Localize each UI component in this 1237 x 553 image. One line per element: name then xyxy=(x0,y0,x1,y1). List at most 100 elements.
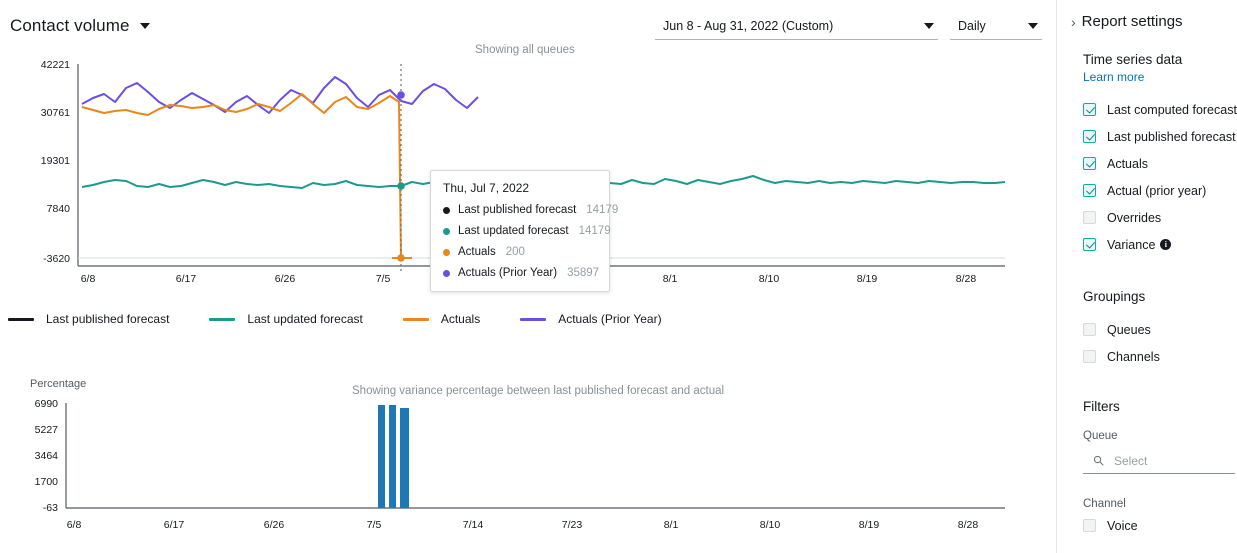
y-tick-label: 7840 xyxy=(47,203,71,215)
tooltip-series-value: 200 xyxy=(505,246,525,258)
checkbox-label: Actuals xyxy=(1107,156,1148,171)
x-tick-label: 6/26 xyxy=(275,273,296,285)
tooltip-row: Last published forecast 14179 xyxy=(443,204,618,216)
x-tick-label: 8/28 xyxy=(956,273,977,285)
series-dot-icon xyxy=(443,269,450,277)
legend-swatch-icon xyxy=(402,317,429,321)
interval-select[interactable]: Daily xyxy=(950,12,1042,40)
y-tick-label: 1700 xyxy=(35,476,59,488)
chevron-right-icon[interactable]: › xyxy=(1071,15,1076,29)
report-settings-header[interactable]: › Report settings xyxy=(1071,13,1183,30)
checkbox-row-overrides[interactable]: Overrides xyxy=(1083,204,1233,231)
series-dot-icon xyxy=(443,206,450,214)
checkbox-row-variance[interactable]: Variance i xyxy=(1083,231,1233,258)
chart-legend: Last published forecast Last updated for… xyxy=(8,312,702,326)
tooltip-row: Actuals (Prior Year) 35897 xyxy=(443,267,599,279)
x-tick-label: 7/23 xyxy=(562,519,583,531)
checkbox-icon[interactable] xyxy=(1083,130,1096,143)
channel-filter-label: Channel xyxy=(1083,498,1126,510)
x-tick-label: 6/26 xyxy=(264,519,285,531)
checkbox-row-queues[interactable]: Queues xyxy=(1083,316,1233,343)
legend-swatch-icon xyxy=(209,317,236,321)
chevron-down-icon[interactable] xyxy=(924,22,934,29)
checkbox-icon[interactable] xyxy=(1083,350,1096,363)
legend-label: Actuals xyxy=(440,312,481,326)
queue-select-placeholder: Select xyxy=(1114,453,1148,468)
x-tick-label: 8/19 xyxy=(859,519,880,531)
x-tick-label: 6/8 xyxy=(67,519,82,531)
x-tick-label: 8/10 xyxy=(759,273,780,285)
section-title: Time series data xyxy=(1083,52,1183,67)
x-tick-label: 7/14 xyxy=(463,519,484,531)
date-range-select[interactable]: Jun 8 - Aug 31, 2022 (Custom) xyxy=(655,12,938,40)
checkbox-icon[interactable] xyxy=(1083,103,1096,116)
checkbox-row-voice[interactable]: Voice xyxy=(1083,512,1237,539)
checkbox-icon[interactable] xyxy=(1083,157,1096,170)
checkbox-icon[interactable] xyxy=(1083,211,1096,224)
chevron-down-icon[interactable] xyxy=(139,23,150,29)
main-content: Contact volume Jun 8 - Aug 31, 2022 (Cus… xyxy=(0,0,1055,553)
tooltip-row: Last updated forecast 14179 xyxy=(443,225,611,237)
x-tick-label: 6/17 xyxy=(164,519,185,531)
x-tick-label: 8/1 xyxy=(664,519,679,531)
filters-section: Filters Queue Select Channel Voice xyxy=(1083,399,1237,539)
bar[interactable] xyxy=(389,405,396,508)
checkbox-row-actual-prior-year[interactable]: Actual (prior year) xyxy=(1083,177,1233,204)
y-tick-label: 6990 xyxy=(35,398,59,410)
legend-item[interactable]: Last published forecast xyxy=(8,312,169,326)
y-tick-label: -63 xyxy=(43,502,58,514)
report-settings-sidebar: › Report settings Time series data Learn… xyxy=(1056,0,1237,553)
checkbox-icon[interactable] xyxy=(1083,519,1096,532)
checkbox-row-last-published-forecast[interactable]: Last published forecast xyxy=(1083,123,1236,150)
legend-swatch-icon xyxy=(520,317,547,321)
time-series-checkbox-list: Last computed forecast Last published fo… xyxy=(1083,96,1237,258)
tooltip-series-label: Last updated forecast xyxy=(458,225,569,237)
queue-select-input[interactable]: Select xyxy=(1083,448,1235,474)
legend-swatch-icon xyxy=(8,317,34,321)
groupings-checkbox-list: Queues Channels xyxy=(1083,316,1233,370)
time-series-data-section: Time series data Learn more Last compute… xyxy=(1083,52,1237,258)
series-dot-icon xyxy=(443,227,450,235)
showing-queues-label: Showing all queues xyxy=(475,44,575,56)
checkbox-label: Queues xyxy=(1107,322,1151,337)
tooltip-row: Actuals 200 xyxy=(443,246,597,258)
checkbox-label: Variance xyxy=(1107,237,1156,252)
checkbox-label: Channels xyxy=(1107,349,1160,364)
x-tick-label: 6/17 xyxy=(176,273,197,285)
groupings-section: Groupings Queues Channels xyxy=(1083,289,1233,370)
report-settings-title: Report settings xyxy=(1081,13,1183,30)
checkbox-row-channels[interactable]: Channels xyxy=(1083,343,1233,370)
chevron-down-icon[interactable] xyxy=(1028,22,1038,29)
checkbox-row-last-computed-forecast[interactable]: Last computed forecast xyxy=(1083,96,1237,123)
x-tick-label: 8/28 xyxy=(958,519,979,531)
x-tick-label: 7/5 xyxy=(376,273,391,285)
forecast-report-page: Contact volume Jun 8 - Aug 31, 2022 (Cus… xyxy=(0,0,1237,553)
legend-item[interactable]: Actuals (Prior Year) xyxy=(520,312,662,326)
info-icon[interactable]: i xyxy=(1160,239,1172,250)
checkbox-icon[interactable] xyxy=(1083,238,1096,251)
learn-more-link[interactable]: Learn more xyxy=(1083,70,1233,84)
date-range-value: Jun 8 - Aug 31, 2022 (Custom) xyxy=(663,18,834,33)
checkbox-icon[interactable] xyxy=(1083,323,1096,336)
page-title-row[interactable]: Contact volume xyxy=(10,16,150,36)
page-title: Contact volume xyxy=(10,16,130,35)
tooltip-date: Thu, Jul 7, 2022 xyxy=(443,181,530,195)
x-tick-label: 8/10 xyxy=(760,519,781,531)
tooltip-series-value: 14179 xyxy=(578,225,611,237)
bar[interactable] xyxy=(378,405,385,508)
y-tick-label: 42221 xyxy=(41,59,70,71)
x-tick-label: 6/8 xyxy=(81,273,96,285)
x-tick-label: 8/1 xyxy=(663,273,678,285)
tooltip-series-label: Actuals xyxy=(458,246,496,258)
bar[interactable] xyxy=(400,408,409,508)
checkbox-icon[interactable] xyxy=(1083,184,1096,197)
legend-item[interactable]: Last updated forecast xyxy=(209,312,363,326)
tooltip-series-label: Last published forecast xyxy=(458,204,577,216)
checkbox-row-actuals[interactable]: Actuals xyxy=(1083,150,1233,177)
x-tick-label: 7/5 xyxy=(367,519,382,531)
series-dot-icon xyxy=(443,248,450,256)
tooltip-series-value: 14179 xyxy=(586,204,619,216)
queue-filter-label: Queue xyxy=(1083,430,1118,442)
legend-item[interactable]: Actuals xyxy=(402,312,481,326)
section-title: Filters xyxy=(1083,399,1120,414)
